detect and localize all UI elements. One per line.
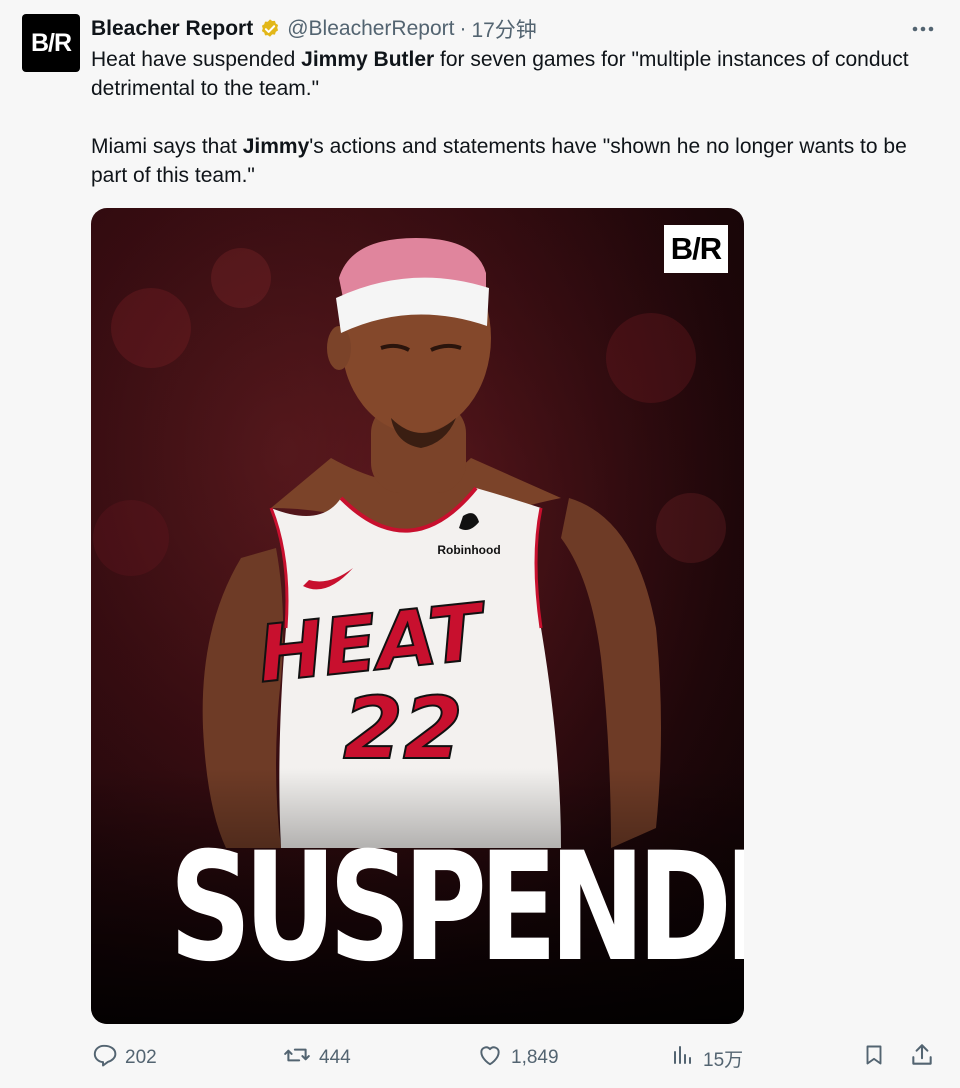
- like-count: 1,849: [511, 1047, 559, 1068]
- jersey-number-text: 22: [343, 679, 463, 779]
- bookmark-button[interactable]: [862, 1040, 886, 1076]
- views-button[interactable]: 15万: [671, 1040, 743, 1076]
- reply-button[interactable]: 202: [91, 1040, 157, 1076]
- tweet-paragraph-1: Heat have suspended Jimmy Butler for sev…: [91, 45, 941, 103]
- repost-icon: [283, 1042, 311, 1074]
- tweet-text: Heat have suspended Jimmy Butler for sev…: [91, 45, 941, 190]
- author-name[interactable]: Bleacher Report: [91, 17, 253, 41]
- br-logo-text: B/R: [670, 231, 722, 266]
- br-logo: B/R: [664, 225, 728, 273]
- avatar-logo-text: B/R: [30, 28, 72, 57]
- reply-count: 202: [125, 1047, 157, 1068]
- tweet-paragraph-2: Miami says that Jimmy's actions and stat…: [91, 132, 941, 190]
- tweet-header: Bleacher Report @BleacherReport · 17分钟: [91, 14, 940, 44]
- more-options-icon[interactable]: [908, 14, 938, 44]
- tweet-text-bold: Jimmy: [242, 135, 310, 158]
- author-handle[interactable]: @BleacherReport: [287, 17, 454, 41]
- media-headline: SUSPENDED: [169, 821, 744, 995]
- reply-icon: [91, 1042, 117, 1074]
- author-avatar[interactable]: B/R: [22, 14, 80, 72]
- tweet-timestamp[interactable]: 17分钟: [471, 14, 536, 44]
- header-separator: ·: [459, 17, 467, 40]
- tweet-actions-bar: 202 444 1,849 15万: [91, 1040, 941, 1076]
- views-count: 15万: [703, 1049, 744, 1071]
- verified-badge-icon: [259, 18, 281, 40]
- like-button[interactable]: 1,849: [477, 1040, 559, 1076]
- tweet-media-image[interactable]: Robinhood HEAT 22 B/R SUSPENDED: [91, 208, 744, 1024]
- jersey-sponsor-text: Robinhood: [437, 543, 500, 557]
- tweet-text-bold: Jimmy Butler: [301, 48, 435, 71]
- tweet-text-segment: Heat have suspended: [91, 48, 302, 71]
- share-icon: [909, 1042, 935, 1074]
- views-chart-icon: [671, 1042, 695, 1074]
- tweet-text-segment: Miami says that: [91, 135, 243, 158]
- bookmark-icon: [862, 1042, 886, 1074]
- heart-icon: [477, 1042, 503, 1074]
- repost-button[interactable]: 444: [283, 1040, 351, 1076]
- share-button[interactable]: [909, 1040, 935, 1076]
- repost-count: 444: [319, 1047, 351, 1068]
